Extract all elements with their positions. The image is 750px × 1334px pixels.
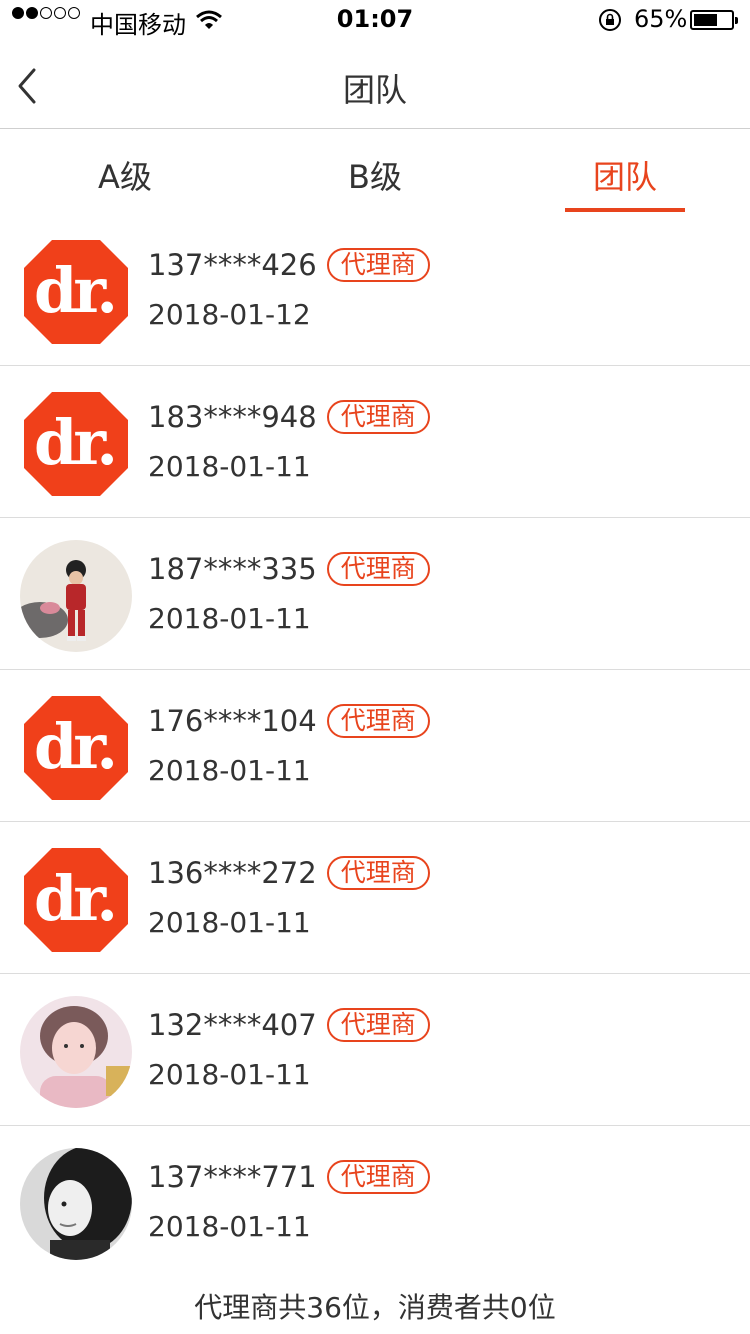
member-phone: 187****335 代理商 — [148, 552, 430, 586]
member-row[interactable]: dr. 137****426 代理商 2018-01-12 — [0, 214, 750, 366]
tab-level-a[interactable]: A级 — [35, 152, 215, 198]
agent-badge: 代理商 — [326, 704, 430, 738]
avatar: dr. — [20, 388, 132, 500]
member-phone: 137****426 代理商 — [148, 248, 430, 282]
member-phone-number: 176****104 — [148, 704, 317, 738]
level-tabs: A级 B级 团队 — [0, 130, 750, 214]
member-phone: 176****104 代理商 — [148, 704, 430, 738]
agent-badge: 代理商 — [326, 1008, 430, 1042]
member-phone-number: 137****771 — [148, 1160, 317, 1194]
member-phone-number: 137****426 — [148, 248, 317, 282]
bw-portrait-photo-icon — [20, 1148, 132, 1260]
member-list: dr. 137****426 代理商 2018-01-12 dr. 183****… — [0, 214, 750, 1278]
tab-team[interactable]: 团队 — [535, 152, 715, 198]
battery-percentage: 65% — [634, 5, 688, 33]
dr-logo-icon: dr. — [24, 392, 128, 496]
agent-badge: 代理商 — [326, 400, 430, 434]
dr-logo-icon: dr. — [24, 696, 128, 800]
member-row[interactable]: dr. 176****104 代理商 2018-01-11 — [0, 670, 750, 822]
agent-badge: 代理商 — [326, 248, 430, 282]
svg-text:dr.: dr. — [34, 406, 114, 479]
member-row[interactable]: dr. 183****948 代理商 2018-01-11 — [0, 366, 750, 518]
avatar — [20, 1148, 132, 1260]
member-join-date: 2018-01-11 — [148, 906, 311, 939]
member-join-date: 2018-01-11 — [148, 602, 311, 635]
tab-level-b[interactable]: B级 — [285, 152, 465, 198]
member-phone-number: 136****272 — [148, 856, 317, 890]
member-join-date: 2018-01-11 — [148, 1210, 311, 1243]
member-phone: 183****948 代理商 — [148, 400, 430, 434]
girl-photo-icon — [20, 996, 132, 1108]
member-phone: 137****771 代理商 — [148, 1160, 430, 1194]
avatar — [20, 996, 132, 1108]
member-phone-number: 187****335 — [148, 552, 317, 586]
agent-badge: 代理商 — [326, 856, 430, 890]
page-title: 团队 — [342, 71, 407, 109]
member-row[interactable]: 187****335 代理商 2018-01-11 — [0, 518, 750, 670]
agent-badge: 代理商 — [326, 1160, 430, 1194]
member-phone-number: 132****407 — [148, 1008, 317, 1042]
child-photo-icon — [20, 540, 132, 652]
member-summary: 代理商共36位，消费者共0位 — [194, 1291, 556, 1324]
member-phone: 132****407 代理商 — [148, 1008, 430, 1042]
dr-logo-icon: dr. — [24, 240, 128, 344]
active-tab-indicator — [565, 208, 685, 212]
member-join-date: 2018-01-11 — [148, 450, 311, 483]
avatar: dr. — [20, 236, 132, 348]
battery-icon — [690, 10, 738, 30]
member-phone-number: 183****948 — [148, 400, 317, 434]
dr-logo-icon: dr. — [24, 848, 128, 952]
navigation-bar: 团队 — [0, 40, 750, 129]
svg-text:dr.: dr. — [34, 862, 114, 935]
svg-text:dr.: dr. — [34, 710, 114, 783]
member-row[interactable]: 137****771 代理商 2018-01-11 — [0, 1126, 750, 1278]
member-join-date: 2018-01-12 — [148, 298, 311, 331]
member-row[interactable]: 132****407 代理商 2018-01-11 — [0, 974, 750, 1126]
rotation-lock-icon — [598, 8, 622, 38]
member-join-date: 2018-01-11 — [148, 754, 311, 787]
member-join-date: 2018-01-11 — [148, 1058, 311, 1091]
agent-badge: 代理商 — [326, 552, 430, 586]
status-bar: 中国移动 01:07 65% — [0, 0, 750, 40]
svg-text:dr.: dr. — [34, 254, 114, 327]
avatar — [20, 540, 132, 652]
avatar: dr. — [20, 692, 132, 804]
avatar: dr. — [20, 844, 132, 956]
member-phone: 136****272 代理商 — [148, 856, 430, 890]
member-row[interactable]: dr. 136****272 代理商 2018-01-11 — [0, 822, 750, 974]
